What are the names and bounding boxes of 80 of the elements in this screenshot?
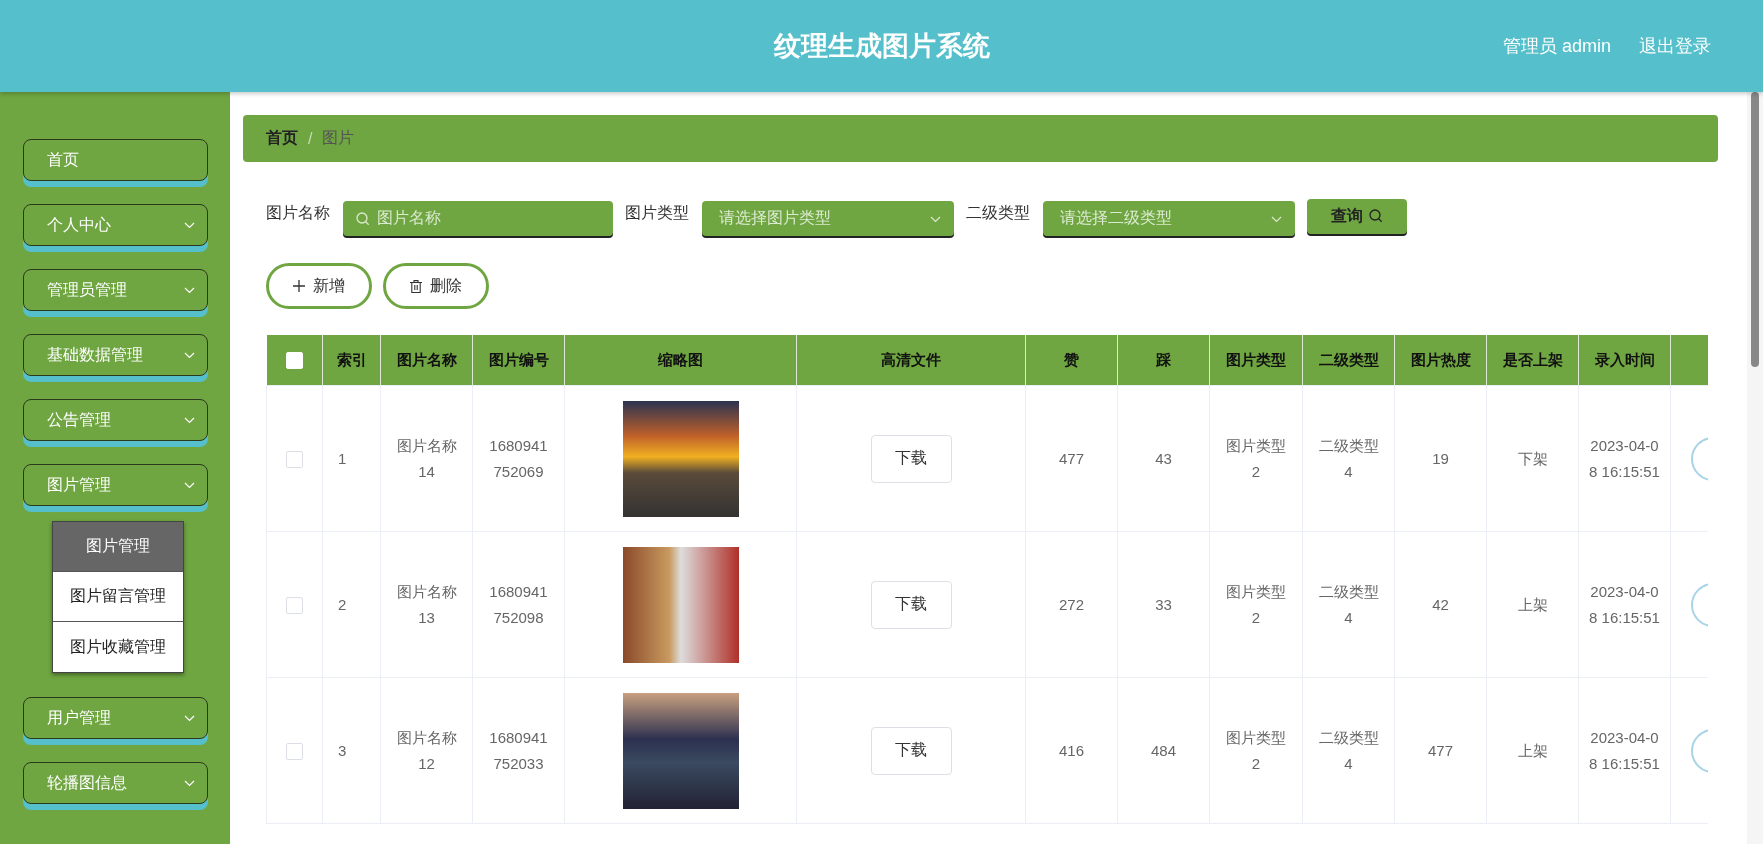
table-cell: 43 [1155, 449, 1172, 467]
filter-label: 二级类型 [966, 203, 1030, 223]
column-header: 索引 [322, 335, 381, 386]
column-header: 图片编号 [472, 335, 565, 386]
filter-label: 图片类型 [625, 203, 689, 223]
breadcrumb-link[interactable]: 首页 [266, 128, 298, 149]
table-cell: 2023-04-08 16:15:51 [1589, 728, 1660, 772]
table-cell: 477 [1428, 741, 1453, 759]
download-button[interactable]: 下载 [870, 726, 952, 775]
select-field[interactable]: 请选择图片类型 [702, 200, 954, 236]
table-cell: 上架 [1517, 741, 1548, 759]
column-header: 图片热度 [1394, 335, 1487, 386]
table-cell: 1 [338, 449, 347, 467]
table-cell: 图片名称12 [396, 728, 457, 772]
table-cell: 2023-04-08 16:15:51 [1589, 436, 1660, 480]
column-header: 图片类型 [1209, 335, 1303, 386]
submenu-item[interactable]: 图片留言管理 [53, 572, 183, 622]
table-cell: 图片名称14 [396, 436, 457, 480]
chevron-down-icon [184, 481, 195, 489]
table-cell: 33 [1155, 595, 1172, 613]
system-title: 纹理生成图片系统 [773, 30, 990, 63]
chevron-down-icon [184, 416, 195, 424]
table-cell: 272 [1059, 595, 1084, 613]
chevron-down-icon [184, 779, 195, 787]
table-cell: 19 [1432, 449, 1449, 467]
table-cell: 二级类型4 [1318, 582, 1379, 626]
row-checkbox[interactable] [286, 743, 303, 761]
scrollbar-thumb[interactable] [1751, 92, 1759, 367]
search-field[interactable]: 图片名称 [343, 200, 613, 236]
filter-label: 图片名称 [266, 203, 330, 223]
table-cell: 484 [1151, 741, 1176, 759]
submenu-item[interactable]: 图片收藏管理 [53, 622, 183, 672]
table-cell: 2023-04-08 16:15:51 [1589, 582, 1660, 626]
chevron-down-icon [930, 215, 941, 223]
table-cell: 二级类型4 [1318, 728, 1379, 772]
query-button[interactable]: 查询 [1307, 198, 1407, 234]
chevron-down-icon [184, 351, 195, 359]
breadcrumb-separator: / [308, 129, 313, 148]
table-cell: 2 [338, 595, 347, 613]
table-cell: 图片名称13 [396, 582, 457, 626]
chevron-down-icon [1271, 215, 1282, 223]
download-button[interactable]: 下载 [870, 434, 952, 483]
table-cell: 3 [338, 741, 347, 759]
table-cell: 图片类型2 [1226, 582, 1286, 626]
chevron-down-icon [184, 714, 195, 722]
delete-button[interactable]: 删除 [383, 263, 489, 309]
column-header: 高清文件 [796, 335, 1026, 386]
table-cell: 二级类型4 [1318, 436, 1379, 480]
table-cell: 416 [1059, 741, 1084, 759]
table-cell: 477 [1059, 449, 1084, 467]
search-icon [1369, 209, 1383, 223]
column-header: 踩 [1117, 335, 1210, 386]
column-header: 录入时间 [1578, 335, 1671, 386]
table-cell: 图片类型2 [1226, 436, 1286, 480]
column-header: 图片名称 [380, 335, 473, 386]
table-cell: 1680941752069 [489, 436, 548, 480]
download-button[interactable]: 下载 [870, 580, 952, 629]
table-cell: 上架 [1517, 595, 1548, 613]
table-cell: 图片类型2 [1226, 728, 1286, 772]
table-cell: 1680941752033 [489, 728, 548, 772]
trash-icon [410, 279, 422, 293]
select-field[interactable]: 请选择二级类型 [1043, 200, 1295, 236]
select-all-checkbox[interactable] [285, 352, 303, 370]
table-header-cell [1670, 335, 1708, 386]
plus-icon [293, 280, 305, 292]
table-cell: 42 [1432, 595, 1449, 613]
chevron-down-icon [184, 221, 195, 229]
table-cell: 1680941752098 [489, 582, 548, 626]
column-header: 赞 [1025, 335, 1118, 386]
search-icon [356, 211, 370, 226]
table-cell: 下架 [1517, 449, 1548, 467]
column-header: 是否上架 [1486, 335, 1579, 386]
chevron-down-icon [184, 286, 195, 294]
column-header: 二级类型 [1302, 335, 1395, 386]
column-header: 缩略图 [564, 335, 797, 386]
submenu-item[interactable]: 图片管理 [53, 522, 183, 572]
row-checkbox[interactable] [286, 451, 303, 469]
add-button[interactable]: 新增 [266, 263, 372, 309]
row-checkbox[interactable] [286, 597, 303, 615]
user-label: 管理员 admin [1502, 35, 1611, 58]
